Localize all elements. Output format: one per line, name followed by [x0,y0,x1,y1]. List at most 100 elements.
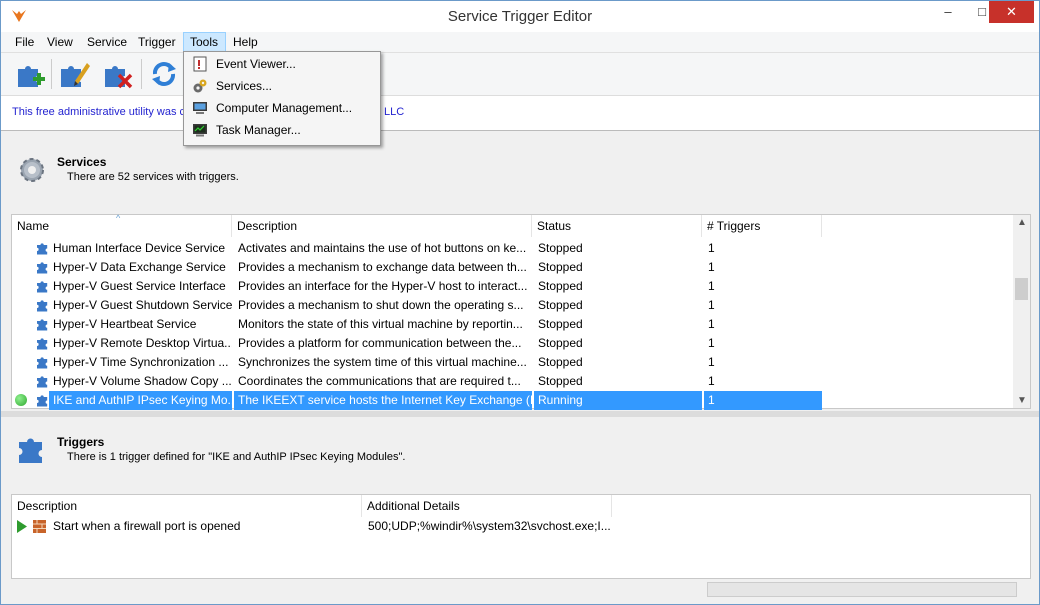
service-trigger-count: 1 [708,298,715,312]
triggers-header: Triggers There is 1 trigger defined for … [11,421,1031,501]
event-viewer-icon [193,56,207,72]
service-description: Monitors the state of this virtual machi… [238,317,523,331]
menu-service[interactable]: Service [81,32,133,52]
menu-file[interactable]: File [9,32,40,52]
menu-item-event-viewer[interactable]: Event Viewer... [186,53,376,75]
service-description: Provides a mechanism to exchange data be… [238,260,527,274]
service-status: Stopped [538,374,583,388]
service-description: The IKEEXT service hosts the Internet Ke… [234,391,532,410]
table-row[interactable]: Hyper-V Time Synchronization ... Synchron… [12,353,822,372]
triggers-title: Triggers [57,435,105,449]
title-bar: Service Trigger Editor – □ ✕ [1,1,1039,32]
refresh-icon[interactable] [147,57,181,91]
edit-service-icon[interactable] [57,57,91,91]
info-text-end[interactable]: LLC [384,106,404,118]
column-header-name[interactable]: Name ^ [12,213,232,237]
service-trigger-count: 1 [708,336,715,350]
toolbar-separator [51,59,52,89]
service-description: Coordinates the communications that are … [238,374,521,388]
close-button[interactable]: ✕ [989,1,1034,23]
computer-management-icon [193,102,207,114]
service-name: Hyper-V Time Synchronization ... [53,355,229,369]
delete-service-icon[interactable] [101,57,135,91]
service-puzzle-icon [37,300,48,312]
service-puzzle-icon [37,281,48,293]
service-trigger-count: 1 [708,279,715,293]
service-puzzle-icon [37,319,48,331]
service-name: Human Interface Device Service [53,241,226,255]
service-trigger-count: 1 [708,355,715,369]
column-header-additional-details[interactable]: Additional Details [362,495,612,517]
service-status: Stopped [538,355,583,369]
firewall-icon [33,520,46,533]
menu-trigger[interactable]: Trigger [132,32,182,52]
column-header-triggers[interactable]: # Triggers [702,215,822,237]
toolbar [1,53,1039,95]
running-status-icon [15,394,27,406]
service-puzzle-icon [37,338,48,350]
service-trigger-count: 1 [708,260,715,274]
scroll-down-arrow-icon[interactable]: ▼ [1017,395,1027,406]
table-row[interactable]: Hyper-V Remote Desktop Virtua... Provides… [12,334,822,353]
table-row[interactable]: Hyper-V Guest Service Interface Provides … [12,277,822,296]
horizontal-scrollbar[interactable] [707,582,1017,597]
service-trigger-count: 1 [708,317,715,331]
puzzle-piece-icon [19,438,42,463]
menu-item-computer-management[interactable]: Computer Management... [186,97,376,119]
service-status: Stopped [538,241,583,255]
menu-tools[interactable]: Tools [183,32,226,52]
services-header: Services There are 52 services with trig… [11,141,1031,221]
service-trigger-count: 1 [704,391,822,410]
services-scrollbar[interactable]: ▲ ▼ [1013,215,1030,408]
table-row[interactable]: Hyper-V Data Exchange Service Provides a … [12,258,822,277]
service-description: Provides a platform for communication be… [238,336,522,350]
service-description: Activates and maintains the use of hot b… [238,241,527,255]
service-name: Hyper-V Volume Shadow Copy ... [53,374,232,388]
service-description: Provides an interface for the Hyper-V ho… [238,279,528,293]
column-header-status[interactable]: Status [532,215,702,237]
trigger-row[interactable]: Start when a firewall port is opened 500… [12,517,612,536]
service-status: Stopped [538,260,583,274]
service-name: Hyper-V Heartbeat Service [53,317,197,331]
scroll-up-arrow-icon[interactable]: ▲ [1017,217,1027,228]
service-name: Hyper-V Data Exchange Service [53,260,226,274]
tools-menu: Event Viewer... Services... Computer Man… [183,51,381,146]
service-name: Hyper-V Remote Desktop Virtua... [53,336,232,350]
table-row[interactable]: IKE and AuthIP IPsec Keying Mo... The IKE… [12,391,822,410]
service-trigger-count: 1 [708,241,715,255]
service-name: Hyper-V Guest Service Interface [53,279,226,293]
column-header-trigger-description[interactable]: Description [12,495,362,517]
column-header-description[interactable]: Description [232,215,532,237]
trigger-description: Start when a firewall port is opened [53,519,241,533]
toolbar-separator [141,59,142,89]
info-text[interactable]: This free administrative utility was c [12,106,185,118]
service-puzzle-icon [37,262,48,274]
minimize-button[interactable]: – [931,1,965,23]
service-description: Provides a mechanism to shut down the op… [238,298,524,312]
triggers-subtitle: There is 1 trigger defined for "IKE and … [67,451,406,463]
menu-view[interactable]: View [41,32,79,52]
menu-item-task-manager[interactable]: Task Manager... [186,119,376,141]
menu-help[interactable]: Help [227,32,264,52]
triggers-table: Description Additional Details Start whe… [11,494,1031,579]
pane-splitter[interactable] [1,411,1039,417]
sort-ascending-icon: ^ [116,213,121,223]
menu-item-services[interactable]: Services... [186,75,376,97]
service-name: IKE and AuthIP IPsec Keying Mo... [49,391,232,410]
app-window: Service Trigger Editor – □ ✕ File View S… [0,0,1040,605]
table-row[interactable]: Hyper-V Volume Shadow Copy ... Coordinate… [12,372,822,391]
info-banner: This free administrative utility was c L… [1,95,1039,131]
table-row[interactable]: Human Interface Device Service Activates … [12,239,822,258]
service-status: Stopped [538,298,583,312]
gear-icon [20,158,44,182]
table-row[interactable]: Hyper-V Heartbeat Service Monitors the st… [12,315,822,334]
table-row[interactable]: Hyper-V Guest Shutdown Service Provides a… [12,296,822,315]
services-scroll-thumb[interactable] [1015,278,1028,300]
service-puzzle-icon [37,243,48,255]
service-name: Hyper-V Guest Shutdown Service [53,298,232,312]
service-description: Synchronizes the system time of this vir… [238,355,527,369]
service-puzzle-icon [37,395,48,407]
service-status: Stopped [538,317,583,331]
add-service-icon[interactable] [13,57,47,91]
service-puzzle-icon [37,357,48,369]
